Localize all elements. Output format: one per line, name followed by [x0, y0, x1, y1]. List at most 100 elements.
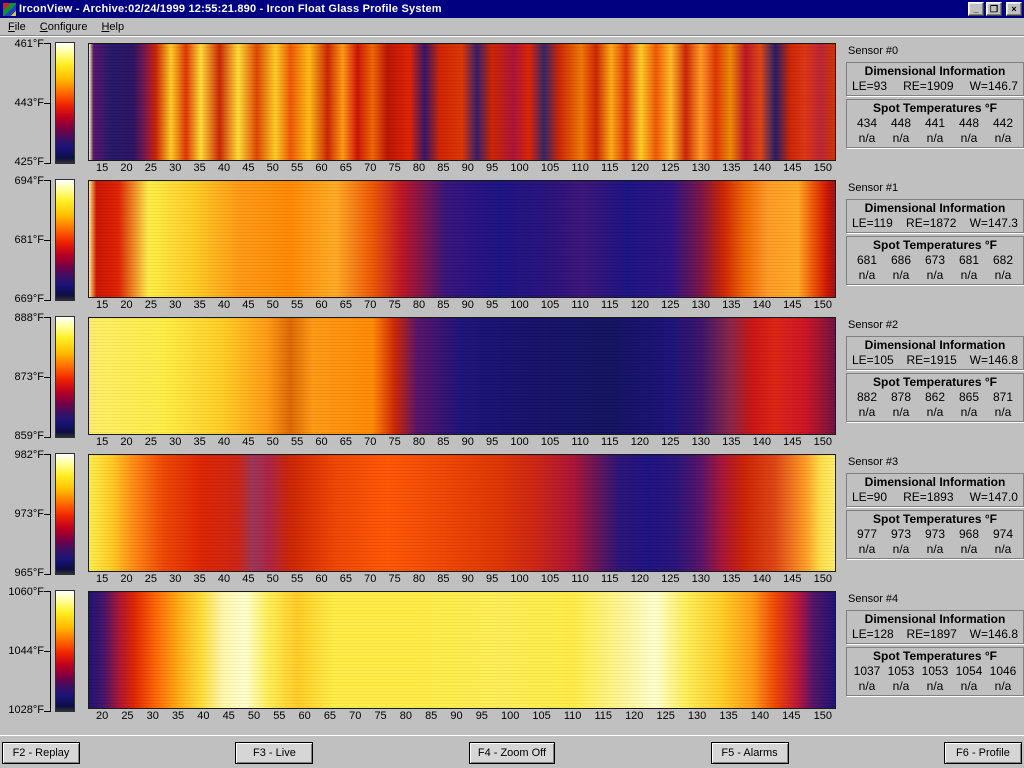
sensor-info-panel: Sensor #3 Dimensional Information LE=90 …: [846, 451, 1024, 562]
axis-tick-label: 75: [389, 573, 401, 586]
axis-tick-label: 35: [194, 299, 206, 312]
axis-tick-label: 55: [273, 710, 285, 723]
scale-min-label: 965°F: [15, 567, 44, 579]
spot-temperatures-box: Spot Temperatures °F 882878862865871 n/a…: [846, 373, 1024, 422]
left-edge-value: LE=93: [852, 79, 887, 93]
axis-tick-label: 85: [437, 436, 449, 449]
spot-cell: 1053: [918, 664, 952, 678]
sensor-info-panel: Sensor #1 Dimensional Information LE=119…: [846, 177, 1024, 288]
minimize-button[interactable]: _: [968, 2, 984, 16]
axis-tick-label: 115: [594, 710, 612, 723]
axis-tick-label: 95: [486, 436, 498, 449]
right-edge-value: RE=1893: [903, 490, 953, 504]
spot-cell: n/a: [918, 131, 952, 145]
dimensional-info-header: Dimensional Information: [850, 64, 1020, 78]
scale-mid-label: 873°F: [15, 371, 44, 383]
width-value: W=146.8: [970, 353, 1018, 367]
spot-temperatures-header: Spot Temperatures °F: [850, 375, 1020, 389]
dimensional-values: LE=105 RE=1915 W=146.8: [850, 352, 1020, 367]
axis-tick-label: 80: [413, 162, 425, 175]
axis-tick-label: 35: [194, 162, 206, 175]
thermal-profile-heatmap[interactable]: [88, 43, 836, 161]
spot-cell: 441: [918, 116, 952, 130]
axis-tick-label: 140: [753, 436, 771, 449]
left-edge-value: LE=105: [852, 353, 894, 367]
x-axis: 1520253035404550556065707580859095100105…: [88, 572, 836, 586]
close-button[interactable]: ×: [1006, 2, 1022, 16]
axis-tick-label: 40: [218, 573, 230, 586]
menu-help[interactable]: Help: [94, 19, 131, 35]
thermal-profile-heatmap[interactable]: [88, 591, 836, 709]
menu-configure[interactable]: Configure: [33, 19, 95, 35]
f5-alarms-button[interactable]: F5 - Alarms: [711, 742, 789, 764]
axis-tick-label: 85: [425, 710, 437, 723]
axis-tick-label: 110: [571, 299, 589, 312]
thermal-profile-heatmap[interactable]: [88, 180, 836, 298]
spot-cell: 968: [952, 527, 986, 541]
dimensional-values: LE=93 RE=1909 W=146.7: [850, 78, 1020, 93]
f2-replay-button[interactable]: F2 - Replay: [2, 742, 80, 764]
axis-tick-label: 90: [462, 436, 474, 449]
width-value: W=146.7: [970, 79, 1018, 93]
axis-tick-label: 125: [661, 299, 679, 312]
thermal-profile-heatmap[interactable]: [88, 317, 836, 435]
dimensional-info-box: Dimensional Information LE=105 RE=1915 W…: [846, 336, 1024, 370]
spot-temperatures-header: Spot Temperatures °F: [850, 238, 1020, 252]
spot-cell: n/a: [986, 405, 1020, 419]
spot-temperature-values: 882878862865871: [850, 389, 1020, 404]
axis-tick-label: 135: [719, 710, 737, 723]
sensor-row: 694°F 681°F 669°F 1520253035404550556065…: [0, 177, 1024, 314]
thermal-profile-heatmap[interactable]: [88, 454, 836, 572]
axis-tick-label: 15: [96, 436, 108, 449]
temperature-colorbar: [55, 42, 75, 164]
f3-live-button[interactable]: F3 - Live: [235, 742, 313, 764]
axis-tick-label: 85: [437, 162, 449, 175]
restore-button[interactable]: ❐: [986, 2, 1002, 16]
x-axis: 1520253035404550556065707580859095100105…: [88, 161, 836, 175]
axis-tick-label: 75: [374, 710, 386, 723]
spot-cell: 448: [952, 116, 986, 130]
axis-tick-label: 130: [692, 162, 710, 175]
axis-tick-label: 50: [248, 710, 260, 723]
left-edge-value: LE=128: [852, 627, 894, 641]
f6-profile-button[interactable]: F6 - Profile: [944, 742, 1022, 764]
axis-tick-label: 50: [267, 299, 279, 312]
right-edge-value: RE=1872: [906, 216, 956, 230]
axis-tick-label: 75: [389, 436, 401, 449]
axis-tick-label: 105: [541, 299, 559, 312]
axis-tick-label: 100: [510, 573, 528, 586]
scale-bracket-line: [50, 180, 51, 301]
scale-mid-label: 443°F: [15, 97, 44, 109]
spot-cell: 973: [918, 527, 952, 541]
axis-tick-label: 70: [364, 162, 376, 175]
dimensional-info-box: Dimensional Information LE=93 RE=1909 W=…: [846, 62, 1024, 96]
right-edge-value: RE=1909: [903, 79, 953, 93]
spot-temperatures-box: Spot Temperatures °F 977973973968974 n/a…: [846, 510, 1024, 559]
spot-cell: 434: [850, 116, 884, 130]
axis-tick-label: 130: [692, 436, 710, 449]
axis-tick-label: 20: [120, 573, 132, 586]
dimensional-info-box: Dimensional Information LE=90 RE=1893 W=…: [846, 473, 1024, 507]
spot-cell: n/a: [918, 268, 952, 282]
axis-tick-label: 100: [510, 162, 528, 175]
axis-tick-label: 45: [242, 299, 254, 312]
scale-max-label: 982°F: [15, 449, 44, 461]
axis-tick-label: 110: [564, 710, 582, 723]
axis-tick-label: 30: [169, 299, 181, 312]
axis-tick-label: 50: [267, 162, 279, 175]
scale-max-label: 461°F: [15, 38, 44, 50]
scale-min-label: 669°F: [15, 293, 44, 305]
menu-file[interactable]: File: [1, 19, 33, 35]
axis-tick-label: 145: [783, 573, 801, 586]
axis-tick-label: 150: [814, 710, 832, 723]
x-axis: 1520253035404550556065707580859095100105…: [88, 298, 836, 312]
spot-cell: 673: [918, 253, 952, 267]
axis-tick-label: 105: [541, 573, 559, 586]
axis-tick-label: 15: [96, 299, 108, 312]
x-axis: 1520253035404550556065707580859095100105…: [88, 435, 836, 449]
axis-tick-label: 130: [688, 710, 706, 723]
f4-zoom-off-button[interactable]: F4 - Zoom Off: [469, 742, 555, 764]
axis-tick-label: 85: [437, 573, 449, 586]
left-edge-value: LE=90: [852, 490, 887, 504]
axis-tick-label: 135: [722, 162, 740, 175]
